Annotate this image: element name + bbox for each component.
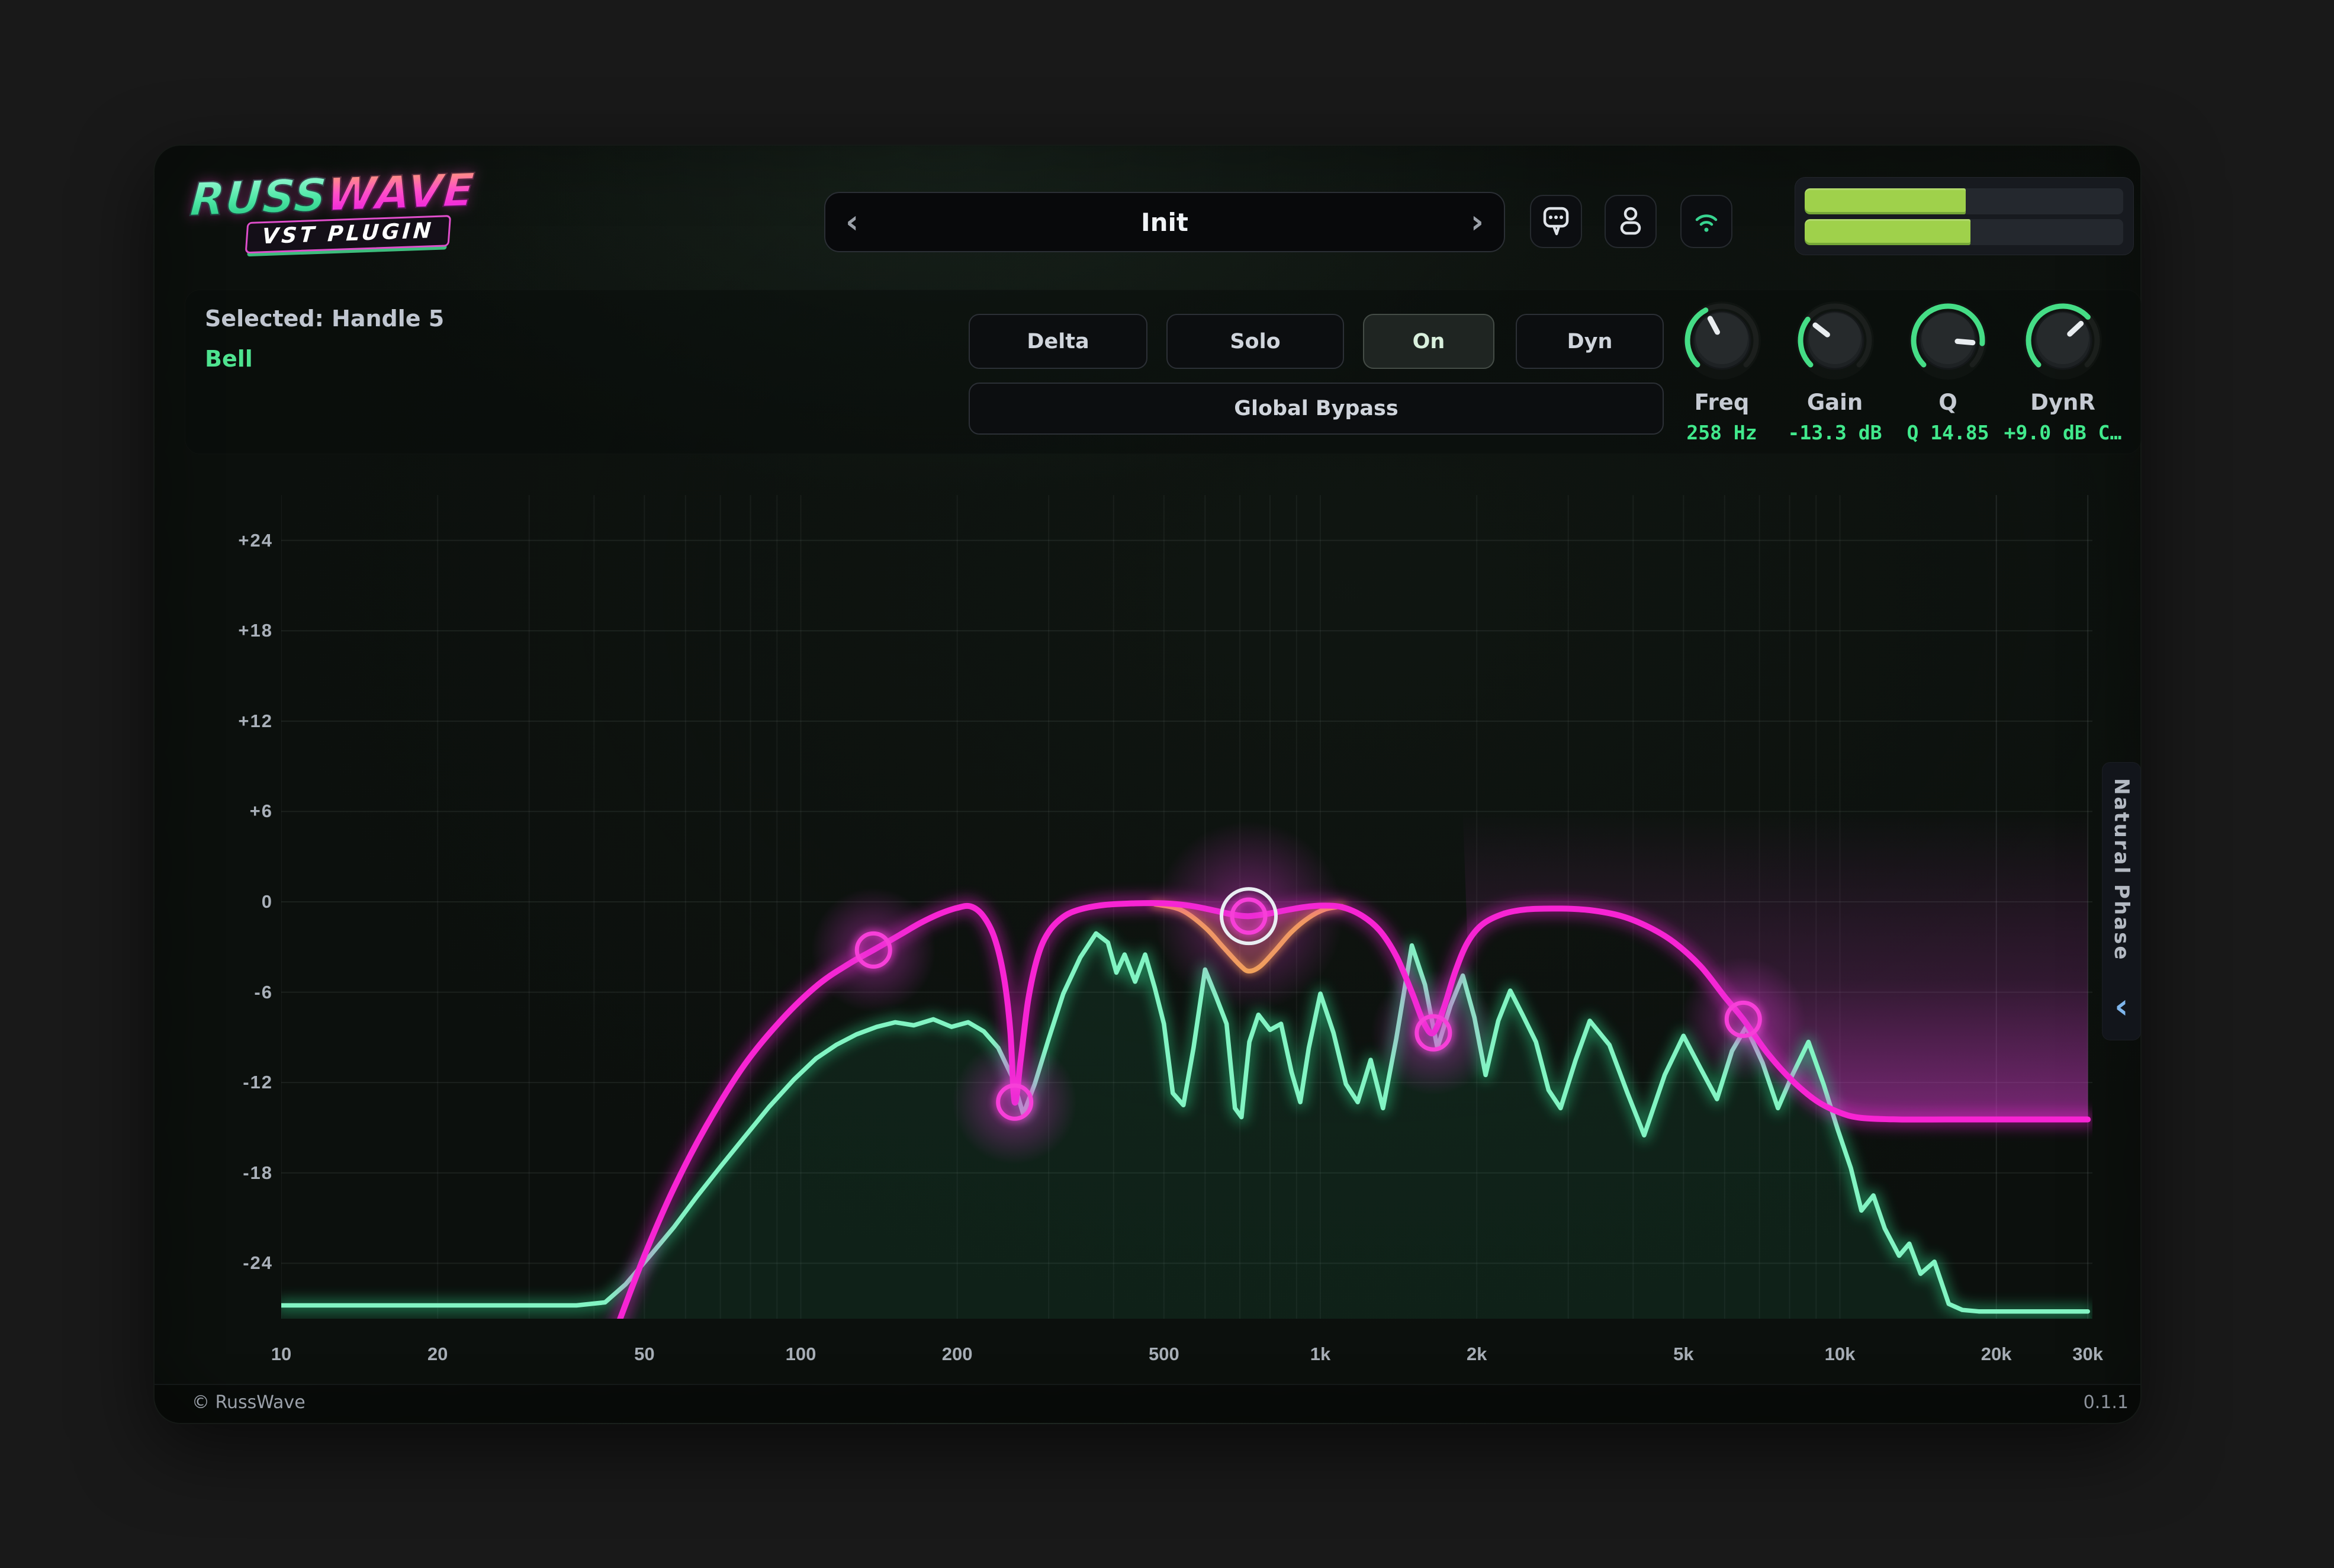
meter-track: [1805, 188, 2123, 214]
freq-knob[interactable]: Freq 258 Hz: [1660, 296, 1784, 444]
knob-value: Q 14.85: [1886, 421, 2010, 444]
preset-prev-icon[interactable]: ‹: [845, 206, 859, 238]
handle-glow: [953, 1040, 1077, 1164]
dynr-knob-dial[interactable]: [2018, 296, 2107, 385]
selected-filter-type: Bell: [205, 346, 253, 372]
global-bypass-button[interactable]: Global Bypass: [969, 383, 1664, 435]
chat-button[interactable]: [1530, 195, 1582, 248]
y-tick: 0: [190, 889, 273, 914]
version-text: 0.1.1: [2084, 1385, 2129, 1421]
solo-button[interactable]: Solo: [1166, 314, 1344, 369]
knob-value: 258 Hz: [1660, 421, 1784, 444]
preset-name[interactable]: Init: [859, 208, 1470, 237]
knob-label: DynR: [2001, 390, 2125, 415]
x-tick: 10k: [1799, 1342, 1882, 1367]
logo-wordmark: RUSSWAVE: [188, 167, 476, 223]
y-tick: -18: [190, 1161, 273, 1185]
chat-icon: [1541, 205, 1571, 238]
y-tick: -6: [190, 980, 273, 1005]
x-tick: 500: [1123, 1342, 1205, 1367]
wifi-button[interactable]: [1680, 195, 1732, 248]
x-tick: 20: [396, 1342, 479, 1367]
dynr-knob[interactable]: DynR +9.0 dB C…: [2001, 296, 2125, 444]
handle-glow: [811, 888, 935, 1012]
x-tick: 5k: [1642, 1342, 1725, 1367]
user-icon: [1615, 205, 1646, 238]
y-tick: +18: [190, 618, 273, 643]
y-tick: +6: [190, 799, 273, 824]
knob-label: Q: [1886, 390, 2010, 415]
delta-button[interactable]: Delta: [969, 314, 1147, 369]
footer: © RussWave 0.1.1: [155, 1384, 2140, 1423]
wifi-icon: [1691, 205, 1722, 238]
y-tick: +24: [190, 528, 273, 553]
x-tick: 2k: [1435, 1342, 1518, 1367]
logo-subtitle-badge: VST PLUGIN: [245, 215, 451, 253]
handle-glow: [1371, 971, 1496, 1095]
plugin-window: RUSSWAVE VST PLUGIN ‹ Init ›: [153, 144, 2142, 1424]
eq-graph[interactable]: [281, 495, 2092, 1319]
selected-handle-label: Selected: Handle 5: [205, 306, 444, 332]
q-knob[interactable]: Q Q 14.85: [1886, 296, 2010, 444]
desktop: RUSSWAVE VST PLUGIN ‹ Init ›: [0, 0, 2334, 1568]
y-tick: -12: [190, 1070, 273, 1095]
x-tick: 10: [240, 1342, 323, 1367]
knob-label: Gain: [1773, 390, 1897, 415]
knob-value: -13.3 dB: [1773, 421, 1897, 444]
copyright-text: © RussWave: [192, 1385, 306, 1421]
app-logo: RUSSWAVE VST PLUGIN: [189, 167, 477, 256]
on-button[interactable]: On: [1363, 314, 1494, 369]
meter-fill: [1805, 188, 1966, 214]
freq-knob-dial[interactable]: [1677, 296, 1766, 385]
user-button[interactable]: [1605, 195, 1657, 248]
x-tick: 20k: [1955, 1342, 2038, 1367]
logo-part-wave: WAVE: [325, 163, 477, 221]
x-tick: 30k: [2046, 1342, 2129, 1367]
dyn-button[interactable]: Dyn: [1516, 314, 1664, 369]
x-tick: 1k: [1279, 1342, 1362, 1367]
natural-phase-label: Natural Phase: [2110, 778, 2133, 961]
x-tick: 100: [760, 1342, 843, 1367]
x-tick: 200: [916, 1342, 999, 1367]
meter-fill: [1805, 219, 1970, 245]
meter-track: [1805, 219, 2123, 245]
knob-value: +9.0 dB C…: [2001, 421, 2125, 444]
q-knob-dial[interactable]: [1904, 296, 1992, 385]
gain-knob[interactable]: Gain -13.3 dB: [1773, 296, 1897, 444]
logo-part-russ: RUSS: [188, 168, 329, 226]
collapse-chevron-icon[interactable]: ‹: [2102, 989, 2140, 1023]
handle-glow: [1681, 957, 1805, 1081]
handle-glow: [1154, 821, 1343, 1011]
y-tick: +12: [190, 709, 273, 734]
natural-phase-panel[interactable]: Natural Phase ‹: [2102, 762, 2141, 1040]
knob-label: Freq: [1660, 390, 1784, 415]
preset-selector[interactable]: ‹ Init ›: [824, 192, 1505, 252]
output-meter: [1795, 177, 2134, 255]
gain-knob-dial[interactable]: [1790, 296, 1879, 385]
preset-next-icon[interactable]: ›: [1471, 206, 1484, 238]
x-tick: 50: [603, 1342, 686, 1367]
y-tick: -24: [190, 1251, 273, 1275]
